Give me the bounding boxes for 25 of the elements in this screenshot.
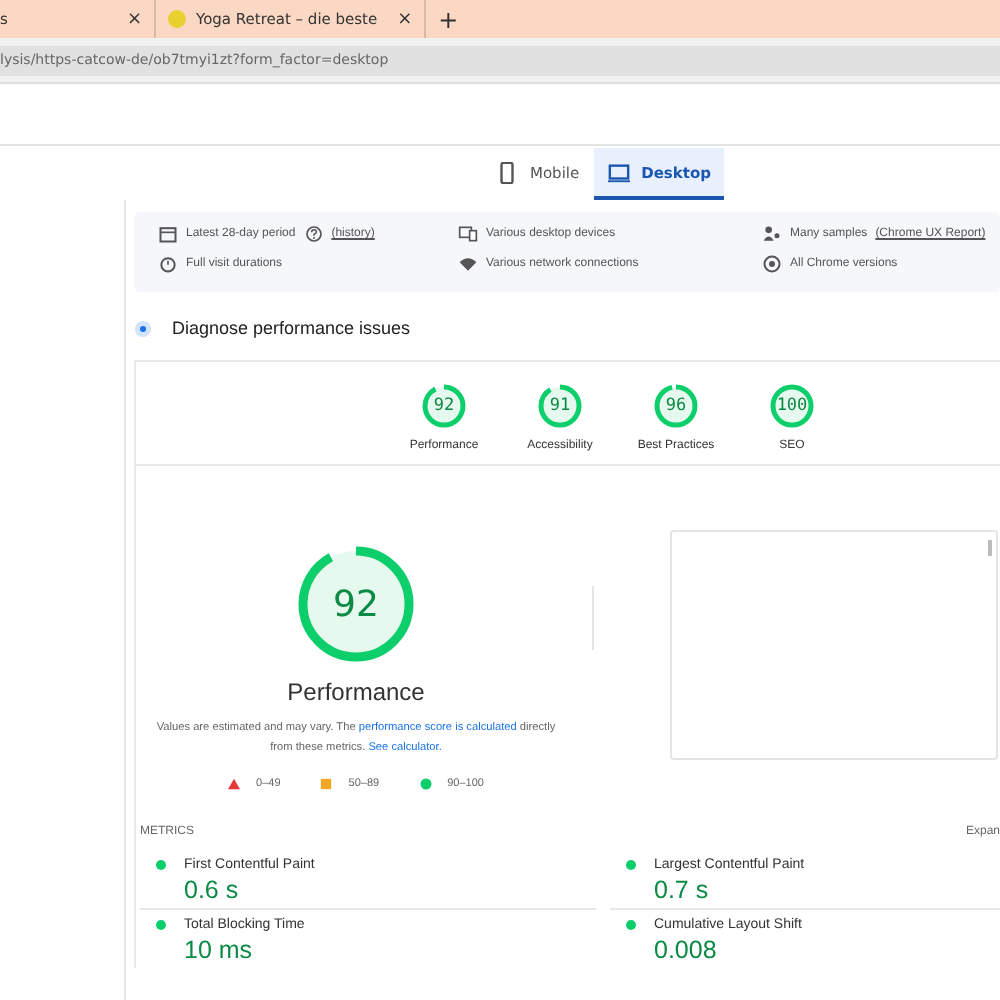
metric-value: 0.7 s (652, 876, 711, 904)
diagnose-icon (134, 319, 152, 337)
devices-icon (458, 224, 478, 244)
timer-icon (158, 254, 178, 274)
performance-gauge: 92 (298, 546, 414, 662)
wifi-icon (458, 254, 478, 274)
score-gauge[interactable]: 96 (652, 382, 700, 430)
score-gauge[interactable]: 91 (536, 382, 584, 430)
calendar-icon (158, 224, 178, 244)
phone-icon (496, 161, 518, 183)
globe-icon (762, 254, 782, 274)
score-gauge[interactable]: 92 (420, 382, 468, 430)
laptop-icon (607, 161, 630, 183)
new-tab-button[interactable]: + (426, 5, 471, 33)
close-tab-button[interactable]: × (397, 9, 413, 29)
metric-value: 0.6 s (182, 876, 241, 904)
gauge-title: Performance (287, 678, 425, 706)
score-gauge[interactable]: 100 (768, 382, 816, 430)
metric-value: 10 ms (182, 936, 255, 964)
section-title: Diagnose performance issues (172, 318, 411, 338)
metric-value: 0.008 (652, 936, 719, 964)
close-tab-button[interactable]: × (126, 9, 142, 29)
people-icon (762, 224, 782, 244)
scrollbar (988, 540, 992, 556)
favicon-icon (168, 10, 186, 28)
